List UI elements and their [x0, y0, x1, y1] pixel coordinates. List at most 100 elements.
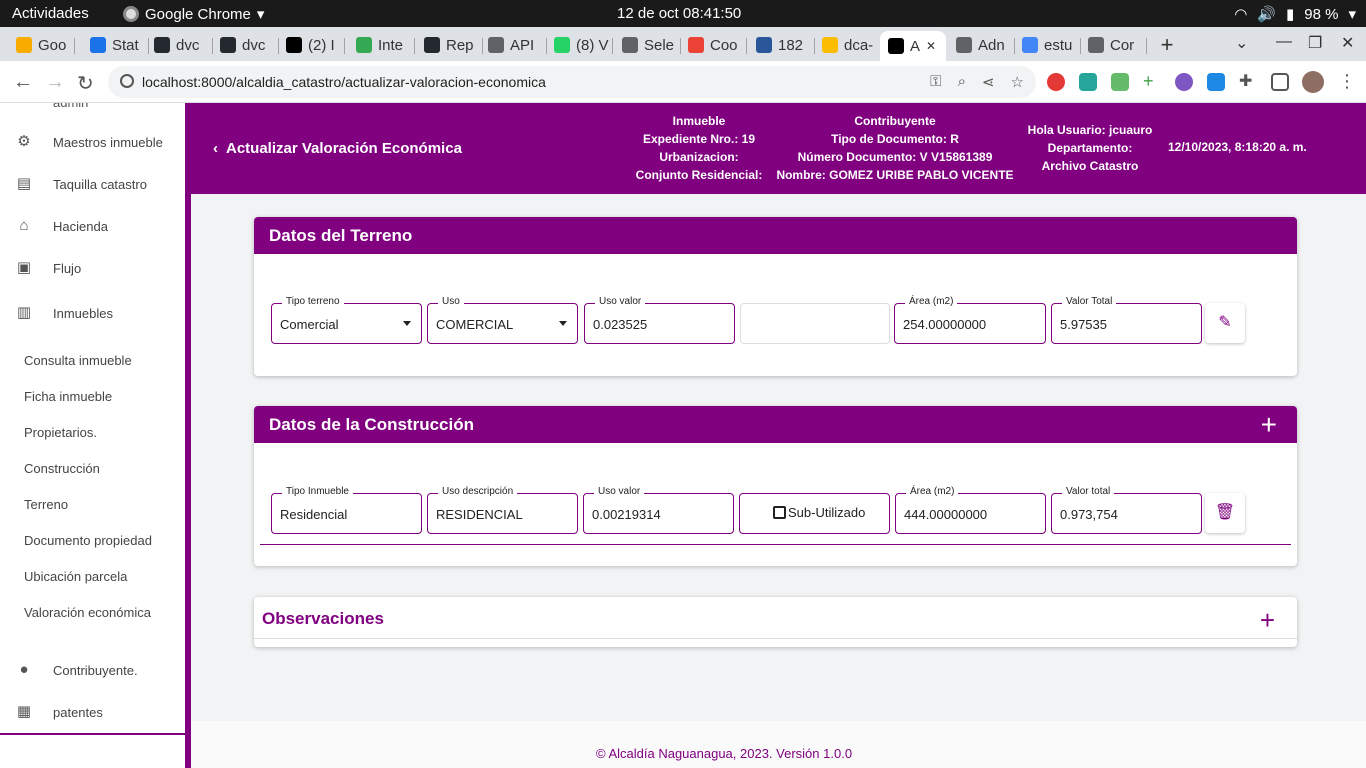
edit-button[interactable]: ✎	[1205, 303, 1245, 343]
sidebar-item-label: Taquilla catastro	[53, 176, 147, 192]
conjunto-text: Conjunto Residencial:	[635, 168, 763, 182]
urbanizacion-text: Urbanizacion:	[659, 150, 739, 164]
browser-tab[interactable]: Rep	[416, 31, 482, 59]
browser-tab[interactable]: Sele	[614, 31, 680, 59]
person-icon: ●	[19, 661, 29, 678]
checkbox-icon[interactable]	[773, 506, 786, 519]
card-title-text: Datos del Terreno	[269, 226, 413, 245]
sidebar-subitem-valoracion-economica[interactable]: Valoración económica	[24, 605, 151, 620]
sidebar-item-inmuebles[interactable]: ▥ Inmuebles	[0, 298, 185, 328]
browser-tab[interactable]: A ✕	[880, 31, 946, 61]
license-icon: ▦	[16, 703, 32, 720]
close-window-icon[interactable]: ✕	[1341, 33, 1354, 53]
extension-icon[interactable]	[1175, 73, 1193, 91]
sidebar-subitem-consulta-inmueble[interactable]: Consulta inmueble	[24, 353, 132, 368]
sidebar-subitem-terreno[interactable]: Terreno	[24, 497, 68, 512]
sidebar-subitem-documento-propiedad[interactable]: Documento propiedad	[24, 533, 152, 548]
tipo-inmueble-field[interactable]: Tipo Inmueble Residencial	[271, 486, 422, 534]
add-construccion-button[interactable]: +	[1261, 406, 1277, 443]
sidebar-item-flujo[interactable]: ▣ Flujo	[0, 253, 185, 283]
uso-valor-field[interactable]: Uso valor 0.00219314	[583, 486, 734, 534]
app-menu[interactable]: Google Chrome ▾	[123, 5, 264, 23]
tab-label: dvc	[176, 36, 200, 54]
key-icon[interactable]: ⚿	[930, 73, 941, 91]
valor-total-field[interactable]: Valor Total 5.97535	[1051, 296, 1202, 344]
extension-icon[interactable]	[1207, 73, 1225, 91]
tipo-terreno-select[interactable]: Tipo terreno Comercial	[271, 296, 422, 344]
valor-total-field[interactable]: Valor total 0.973,754	[1051, 486, 1202, 534]
delete-button[interactable]: 🗑	[1205, 493, 1245, 533]
tab-label: Stat	[112, 36, 139, 54]
battery-level: 98 %	[1304, 5, 1339, 23]
side-panel-icon[interactable]	[1271, 73, 1289, 91]
extension-icon[interactable]	[1079, 73, 1097, 91]
sidebar-item-taquilla-catastro[interactable]: ▤ Taquilla catastro	[0, 169, 185, 199]
departamento-label: Departamento:	[1047, 141, 1133, 155]
bookmark-star-icon[interactable]: ☆	[1011, 73, 1024, 91]
browser-tab[interactable]: Coo	[680, 31, 746, 59]
clock[interactable]: 12 de oct 08:41:50	[617, 5, 741, 22]
browser-tab[interactable]: Inte	[348, 31, 414, 59]
url-text[interactable]: localhost:8000/alcaldia_catastro/actuali…	[142, 74, 546, 90]
browser-tab[interactable]: dvc	[212, 31, 278, 59]
zoom-icon[interactable]: ⌕	[958, 73, 966, 91]
sidebar-item-hacienda[interactable]: ⌂ Hacienda	[0, 211, 185, 241]
system-tray[interactable]: ◠ 🔊 ▮ 98 % ▾	[1234, 5, 1356, 24]
sidebar-item-contribuyente[interactable]: ● Contribuyente.	[0, 655, 185, 685]
maximize-icon[interactable]: ❐	[1308, 33, 1322, 53]
area-field[interactable]: Área (m2) 254.00000000	[894, 296, 1046, 344]
close-tab-icon[interactable]: ✕	[926, 39, 936, 53]
browser-tab[interactable]: Goo	[8, 31, 74, 59]
footer: © Alcaldía Naguanagua, 2023. Versión 1.0…	[191, 721, 1366, 768]
tab-label: dvc	[242, 36, 266, 54]
browser-tab[interactable]: dvc	[146, 31, 212, 59]
browser-tab[interactable]: Cor	[1080, 31, 1146, 59]
sidebar-subitem-ficha-inmueble[interactable]: Ficha inmueble	[24, 389, 112, 404]
area-field[interactable]: Área (m2) 444.00000000	[895, 486, 1046, 534]
tab-label: A	[910, 37, 921, 55]
share-icon[interactable]: ⋖	[982, 73, 995, 91]
browser-tab[interactable]: API	[480, 31, 546, 59]
browser-tab[interactable]: (2) I	[278, 31, 344, 59]
back-button[interactable]: ‹ Actualizar Valoración Económica	[213, 140, 462, 157]
adblock-extension-icon[interactable]	[1047, 73, 1065, 91]
browser-tab[interactable]: Stat	[82, 31, 148, 59]
sidebar-subitem-ubicacion-parcela[interactable]: Ubicación parcela	[24, 569, 127, 584]
address-bar[interactable]: localhost:8000/alcaldia_catastro/actuali…	[108, 66, 1036, 98]
menu-kebab-icon[interactable]: ⋮	[1338, 72, 1356, 91]
page-header: ‹ Actualizar Valoración Económica Inmueb…	[191, 103, 1366, 194]
field-value: COMERCIAL	[436, 317, 514, 332]
minimize-icon[interactable]: —	[1276, 33, 1292, 51]
building-icon: ▥	[16, 304, 32, 321]
browser-tab[interactable]: (8) V	[546, 31, 612, 59]
browser-tab[interactable]: 182	[748, 31, 814, 59]
forward-icon[interactable]: →	[45, 71, 65, 94]
sidebar-item-maestros-inmueble[interactable]: ⚙ Maestros inmueble	[0, 127, 185, 157]
back-icon[interactable]: ←	[13, 71, 33, 94]
uso-descripcion-field[interactable]: Uso descripción RESIDENCIAL	[427, 486, 578, 534]
sub-utilizado-checkbox[interactable]: Sub-Utilizado	[739, 493, 890, 534]
sidebar-subitem-propietarios[interactable]: Propietarios.	[24, 425, 97, 440]
extension-icon[interactable]	[1111, 73, 1129, 91]
reload-icon[interactable]: ↻	[77, 71, 94, 96]
uso-valor-field[interactable]: Uso valor 0.023525	[584, 296, 735, 344]
plus-extension-icon[interactable]: +	[1143, 72, 1161, 91]
tab-search-icon[interactable]: ⌄	[1235, 33, 1248, 53]
browser-tab[interactable]: estu	[1014, 31, 1080, 59]
browser-tab[interactable]: dca-	[814, 31, 880, 59]
empty-field[interactable]	[740, 303, 890, 344]
puzzle-icon[interactable]: ✚	[1239, 73, 1257, 91]
uso-select[interactable]: Uso COMERCIAL	[427, 296, 578, 344]
favicon-icon	[956, 37, 972, 53]
sidebar-item-patentes[interactable]: ▦ patentes	[0, 697, 185, 727]
activities-button[interactable]: Actividades	[12, 5, 89, 22]
browser-tab[interactable]: Adn	[948, 31, 1014, 59]
new-tab-button[interactable]: +	[1154, 33, 1180, 59]
divider	[0, 733, 185, 735]
add-observacion-button[interactable]: +	[1260, 605, 1275, 636]
site-info-icon[interactable]	[120, 74, 134, 88]
tipo-documento-text: Tipo de Documento: R	[831, 132, 959, 146]
sidebar-subitem-construccion[interactable]: Construcción	[24, 461, 100, 476]
tab-label: estu	[1044, 36, 1073, 54]
avatar[interactable]	[1302, 71, 1324, 93]
